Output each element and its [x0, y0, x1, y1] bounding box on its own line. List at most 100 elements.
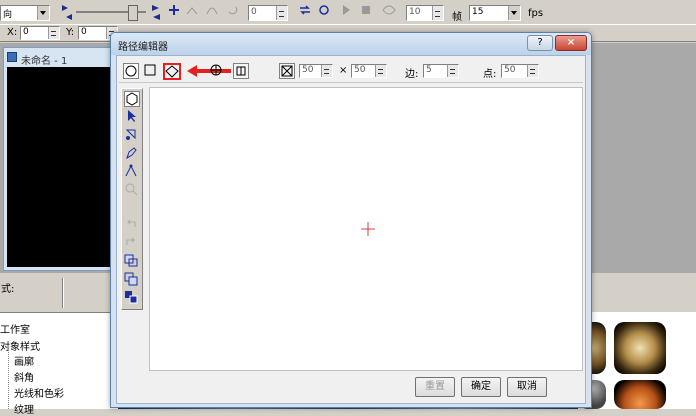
circle-shape-button[interactable]: [123, 63, 139, 79]
duration-spinner[interactable]: [432, 6, 443, 20]
sides-field[interactable]: 5: [423, 64, 459, 78]
gallery-thumb-2[interactable]: [614, 322, 666, 374]
fps-dropdown[interactable]: 15: [469, 5, 521, 21]
help-icon: ?: [537, 37, 543, 48]
studio-panel: 工作室 对象样式 画廓 斜角 光线和色彩 纹理: [0, 312, 118, 416]
step-arrows-icon[interactable]: [150, 3, 162, 21]
curve-tool-icon[interactable]: [206, 4, 218, 16]
path-canvas[interactable]: [149, 87, 583, 371]
close-icon: ×: [566, 37, 576, 48]
frame-spinner[interactable]: [276, 6, 287, 20]
panel-item-light-color[interactable]: 光线和色彩: [14, 385, 64, 400]
canvas-center-crosshair: [361, 222, 375, 236]
x-label: X:: [7, 27, 18, 38]
duration-field[interactable]: 10: [406, 5, 444, 21]
status-strip: 式:: [0, 276, 110, 310]
add-point-icon[interactable]: [168, 4, 180, 16]
panel-item-frame[interactable]: 画廓: [14, 353, 34, 368]
style-label: 式:: [1, 284, 15, 295]
y-field-value: 0: [81, 27, 87, 37]
sides-spinner[interactable]: [447, 65, 458, 77]
dialog-title: 路径编辑器: [118, 42, 168, 53]
frame-field[interactable]: 0: [248, 5, 288, 21]
points-spinner[interactable]: [527, 65, 538, 77]
import-path-button[interactable]: [124, 253, 140, 269]
arrange-button[interactable]: [124, 290, 140, 306]
grid-width-field[interactable]: 50: [299, 64, 333, 78]
zoom-tool-button[interactable]: [124, 182, 140, 198]
polygon-tool-button[interactable]: [124, 91, 140, 107]
undo-arc-icon[interactable]: [226, 4, 238, 16]
chevron-down-icon[interactable]: [508, 6, 520, 20]
document-title: 未命名 - 1: [21, 56, 68, 67]
import-icon: [124, 254, 138, 267]
polygon-shape-button[interactable]: [163, 63, 181, 80]
document-canvas[interactable]: [7, 67, 111, 267]
panel-item-bevel[interactable]: 斜角: [14, 369, 34, 384]
undo-button[interactable]: [124, 217, 140, 233]
gallery-thumb-4[interactable]: [614, 380, 666, 409]
grid-size-button[interactable]: [279, 63, 295, 79]
cancel-button[interactable]: 取消: [507, 377, 547, 397]
hexagon-icon: [126, 92, 138, 106]
circle-icon: [125, 65, 137, 77]
grid-size-icon: [281, 65, 293, 77]
loop-icon[interactable]: [298, 4, 310, 16]
chevron-down-icon[interactable]: [37, 6, 49, 20]
node-tool-icon[interactable]: [186, 4, 198, 16]
x-spinner[interactable]: [48, 27, 59, 39]
strip-divider: [62, 278, 64, 308]
points-label: 点:: [483, 69, 497, 80]
grid-width-value: 50: [302, 65, 314, 75]
tree-connector: [8, 348, 9, 409]
frames-label: 帧: [452, 12, 462, 23]
help-button[interactable]: ?: [527, 35, 553, 51]
export-path-button[interactable]: [124, 272, 140, 288]
grid-height-value: 50: [354, 65, 366, 75]
star-shape-button[interactable]: [209, 63, 225, 79]
dialog-title-bar[interactable]: [111, 33, 591, 55]
timeline-arrows-icon[interactable]: [60, 3, 74, 21]
x-field-value: 0: [23, 27, 29, 37]
panel-item-object-style[interactable]: 对象样式: [0, 338, 40, 353]
timeline-slider[interactable]: [76, 5, 146, 21]
grid-width-spinner[interactable]: [321, 65, 332, 77]
node-select-icon: [125, 129, 136, 140]
stop-icon[interactable]: [360, 4, 372, 16]
grid-toggle-button[interactable]: [233, 63, 249, 79]
convert-tool-button[interactable]: [124, 164, 140, 180]
fps-dropdown-value: 15: [472, 7, 484, 17]
document-icon: [7, 52, 17, 62]
onion-skin-icon[interactable]: [382, 4, 396, 16]
panel-item-studio[interactable]: 工作室: [0, 321, 30, 336]
fps-unit-label: fps: [528, 8, 544, 19]
points-field[interactable]: 50: [501, 64, 539, 78]
polygon-icon: [165, 65, 179, 78]
convert-point-icon: [125, 164, 137, 177]
close-button[interactable]: ×: [555, 35, 587, 51]
refresh-icon[interactable]: [318, 4, 330, 16]
align-dropdown-value: 向: [3, 10, 13, 20]
grid-height-spinner[interactable]: [375, 65, 386, 77]
magnifier-icon: [125, 183, 138, 196]
align-dropdown[interactable]: 向: [0, 5, 50, 21]
redo-button[interactable]: [124, 235, 140, 251]
export-icon: [124, 272, 138, 286]
pen-tool-button[interactable]: [124, 146, 140, 162]
reset-button[interactable]: 重置: [415, 377, 455, 397]
document-window: 未命名 - 1: [3, 47, 115, 271]
subselect-tool-button[interactable]: [124, 127, 140, 143]
star-icon: [210, 64, 222, 76]
x-field[interactable]: 0: [20, 26, 60, 40]
rectangle-shape-button[interactable]: [143, 63, 159, 79]
arrow-pointer-icon: [128, 110, 136, 122]
frame-field-value: 0: [251, 7, 257, 17]
sides-label: 边:: [405, 69, 419, 80]
rectangle-icon: [144, 64, 156, 76]
path-editor-dialog: 路径编辑器 ? × 50 × 50 边: 5 点: 50 重置 确定 取消: [110, 32, 592, 408]
grid-icon: [236, 66, 246, 76]
play-icon[interactable]: [340, 4, 352, 16]
ok-button[interactable]: 确定: [461, 377, 501, 397]
select-tool-button[interactable]: [124, 109, 140, 125]
grid-height-field[interactable]: 50: [351, 64, 387, 78]
